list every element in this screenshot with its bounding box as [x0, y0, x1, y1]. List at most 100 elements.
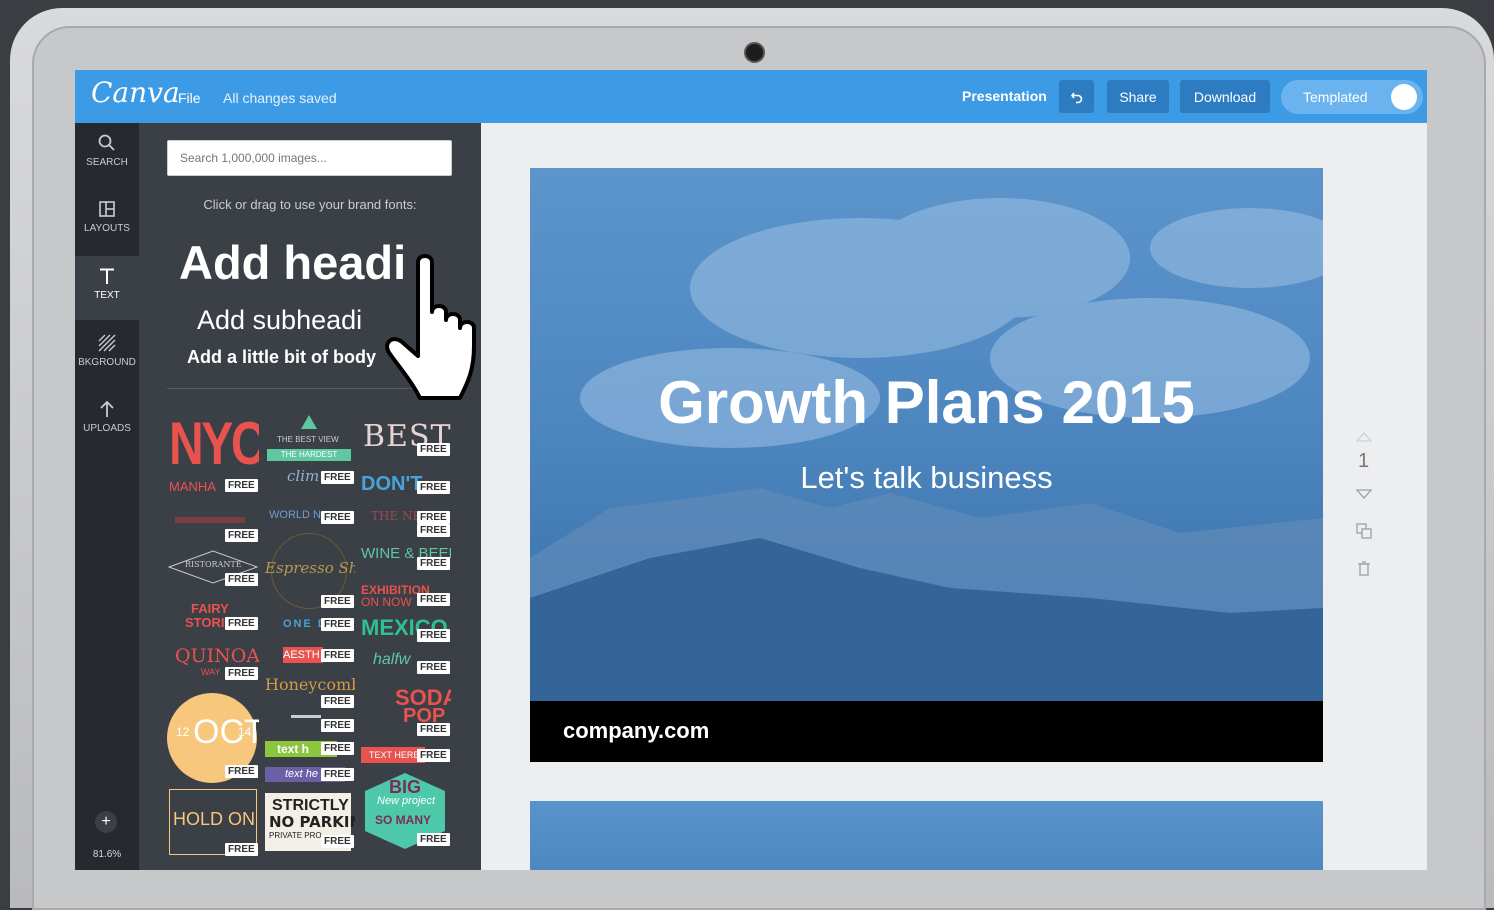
- tile-text: THE BEST VIEW: [277, 435, 339, 444]
- rail-item-label: BKGROUND: [78, 357, 136, 368]
- slide-title[interactable]: Growth Plans 2015: [530, 368, 1323, 437]
- rail-item-text[interactable]: TEXT: [75, 256, 139, 320]
- text-template-tile[interactable]: OCT 12 14 FREE: [167, 693, 259, 785]
- page-number: 1: [1358, 450, 1370, 472]
- free-badge: FREE: [417, 524, 450, 537]
- templated-label: Templated: [1303, 89, 1368, 105]
- move-down-icon[interactable]: [1355, 487, 1373, 505]
- canva-logo[interactable]: Canva: [91, 76, 180, 109]
- text-template-tile[interactable]: ONE D FREE: [263, 615, 355, 637]
- tile-subtext: SO MANY: [375, 813, 432, 827]
- webcam: [744, 42, 765, 63]
- free-badge: FREE: [225, 529, 258, 542]
- rail-item-search[interactable]: SEARCH: [75, 123, 139, 187]
- tile-text: DON'T: [361, 473, 423, 495]
- text-template-tile[interactable]: EXHIBITION ON NOW FREE: [359, 581, 451, 611]
- add-icon[interactable]: +: [95, 811, 117, 833]
- free-badge: FREE: [417, 481, 450, 494]
- tile-subtext: New project: [377, 795, 436, 807]
- text-template-tile[interactable]: TEXT HERE FREE: [359, 745, 451, 767]
- text-template-tile[interactable]: THE BEST VIEW THE HARDEST clim FREE: [263, 413, 355, 495]
- add-body-text-button[interactable]: Add a little bit of body: [187, 347, 376, 368]
- text-template-tile[interactable]: text h FREE: [263, 739, 355, 761]
- text-template-tile[interactable]: DON'T FREE: [359, 469, 451, 499]
- footer-text[interactable]: company.com: [563, 718, 709, 744]
- text-template-tile[interactable]: text he FREE: [263, 765, 355, 785]
- text-template-tile[interactable]: FREE: [263, 715, 355, 737]
- text-template-tile[interactable]: BEST FREE: [359, 419, 451, 461]
- text-template-tile[interactable]: FAIRY STORI FREE: [167, 595, 259, 637]
- slide-subtitle[interactable]: Let's talk business: [530, 460, 1323, 496]
- text-template-tile[interactable]: BIG New project SO MANY FREE: [359, 771, 451, 851]
- hand-cursor-icon: [385, 254, 476, 400]
- background-icon: [75, 333, 139, 357]
- free-badge: FREE: [417, 443, 450, 456]
- tile-decor: [175, 517, 245, 523]
- text-template-tile[interactable]: SODA POP FREE: [359, 683, 451, 739]
- tile-decor: [291, 715, 321, 718]
- add-subheading-button[interactable]: Add subheadi: [197, 305, 362, 336]
- free-badge: FREE: [225, 573, 258, 586]
- text-template-tile[interactable]: FREE: [167, 503, 259, 543]
- search-input[interactable]: [167, 140, 452, 176]
- copy-icon[interactable]: [1355, 522, 1373, 545]
- slide-1[interactable]: Growth Plans 2015 Let's talk business co…: [530, 168, 1323, 762]
- brand-fonts-hint: Click or drag to use your brand fonts:: [203, 197, 417, 212]
- move-up-icon[interactable]: [1355, 430, 1373, 448]
- rail-item-uploads[interactable]: UPLOADS: [75, 389, 139, 453]
- rail-item-background[interactable]: BKGROUND: [75, 323, 139, 387]
- side-rail: SEARCH LAYOUTS TEXT BKGROUND UPLOADS + 8…: [75, 123, 139, 870]
- tile-subtext: 14: [238, 725, 252, 739]
- free-badge: FREE: [321, 649, 354, 662]
- tile-text: TEXT HERE: [361, 747, 425, 763]
- rail-item-label: LAYOUTS: [84, 223, 130, 234]
- zoom-level[interactable]: 81.6%: [75, 849, 139, 860]
- free-badge: FREE: [321, 695, 354, 708]
- free-badge: FREE: [225, 479, 258, 492]
- free-badge: FREE: [417, 723, 450, 736]
- save-status: All changes saved: [223, 90, 337, 106]
- upload-icon: [75, 399, 139, 423]
- text-template-tile[interactable]: QUINOA WAY FREE: [167, 643, 259, 685]
- slide-2[interactable]: [530, 801, 1323, 870]
- tile-text: RISTORANTE: [185, 560, 242, 569]
- design-type[interactable]: Presentation: [962, 88, 1047, 104]
- tile-text: HOLD ON: [173, 809, 256, 829]
- tile-text: WORLD N: [269, 509, 321, 521]
- free-badge: FREE: [417, 511, 450, 524]
- file-menu[interactable]: File: [178, 90, 201, 106]
- text-template-tile[interactable]: HOLD ON FREE: [167, 787, 259, 857]
- download-button[interactable]: Download: [1180, 80, 1270, 113]
- tile-text: Espresso Shot: [265, 559, 355, 577]
- tile-subtext: MANHA: [169, 479, 216, 494]
- rail-item-layouts[interactable]: LAYOUTS: [75, 189, 139, 253]
- free-badge: FREE: [225, 765, 258, 778]
- text-template-tile[interactable]: Espresso Shot FREE: [263, 529, 355, 611]
- text-template-tile[interactable]: NYC MANHA FREE: [167, 413, 259, 495]
- undo-button[interactable]: [1059, 80, 1094, 113]
- text-icon: [75, 266, 139, 290]
- tile-subtext: THE HARDEST: [267, 449, 351, 461]
- templated-toggle[interactable]: Templated: [1281, 80, 1423, 114]
- tile-subtext: ON NOW: [361, 595, 412, 609]
- tile-subtext: STORI: [185, 615, 225, 630]
- add-heading-button[interactable]: Add headi: [179, 235, 406, 290]
- canva-editor: Canva File All changes saved Presentatio…: [75, 70, 1427, 870]
- free-badge: FREE: [225, 617, 258, 630]
- text-template-tile[interactable]: halfw FREE: [359, 649, 451, 677]
- free-badge: FREE: [225, 843, 258, 856]
- top-bar: Canva File All changes saved Presentatio…: [75, 70, 1427, 123]
- text-template-tile[interactable]: STRICTLY NO PARKING PRIVATE PRO FREE: [263, 791, 355, 855]
- free-badge: FREE: [417, 629, 450, 642]
- text-template-tile[interactable]: MEXICO FREE: [359, 615, 451, 645]
- rail-item-label: UPLOADS: [83, 423, 131, 434]
- share-button[interactable]: Share: [1107, 80, 1169, 113]
- text-template-tile[interactable]: WINE & BEER FREE: [359, 543, 451, 573]
- trash-icon[interactable]: [1355, 560, 1373, 583]
- rail-item-label: SEARCH: [86, 157, 128, 168]
- text-template-tile[interactable]: AESTH FREE: [263, 643, 355, 673]
- text-template-tile[interactable]: RISTORANTE FREE: [167, 547, 259, 587]
- text-template-tile[interactable]: THE NEW FREE FREE: [359, 505, 451, 537]
- text-template-tile[interactable]: Honeycomb FREE: [263, 675, 355, 711]
- slide-footer[interactable]: company.com: [530, 701, 1323, 762]
